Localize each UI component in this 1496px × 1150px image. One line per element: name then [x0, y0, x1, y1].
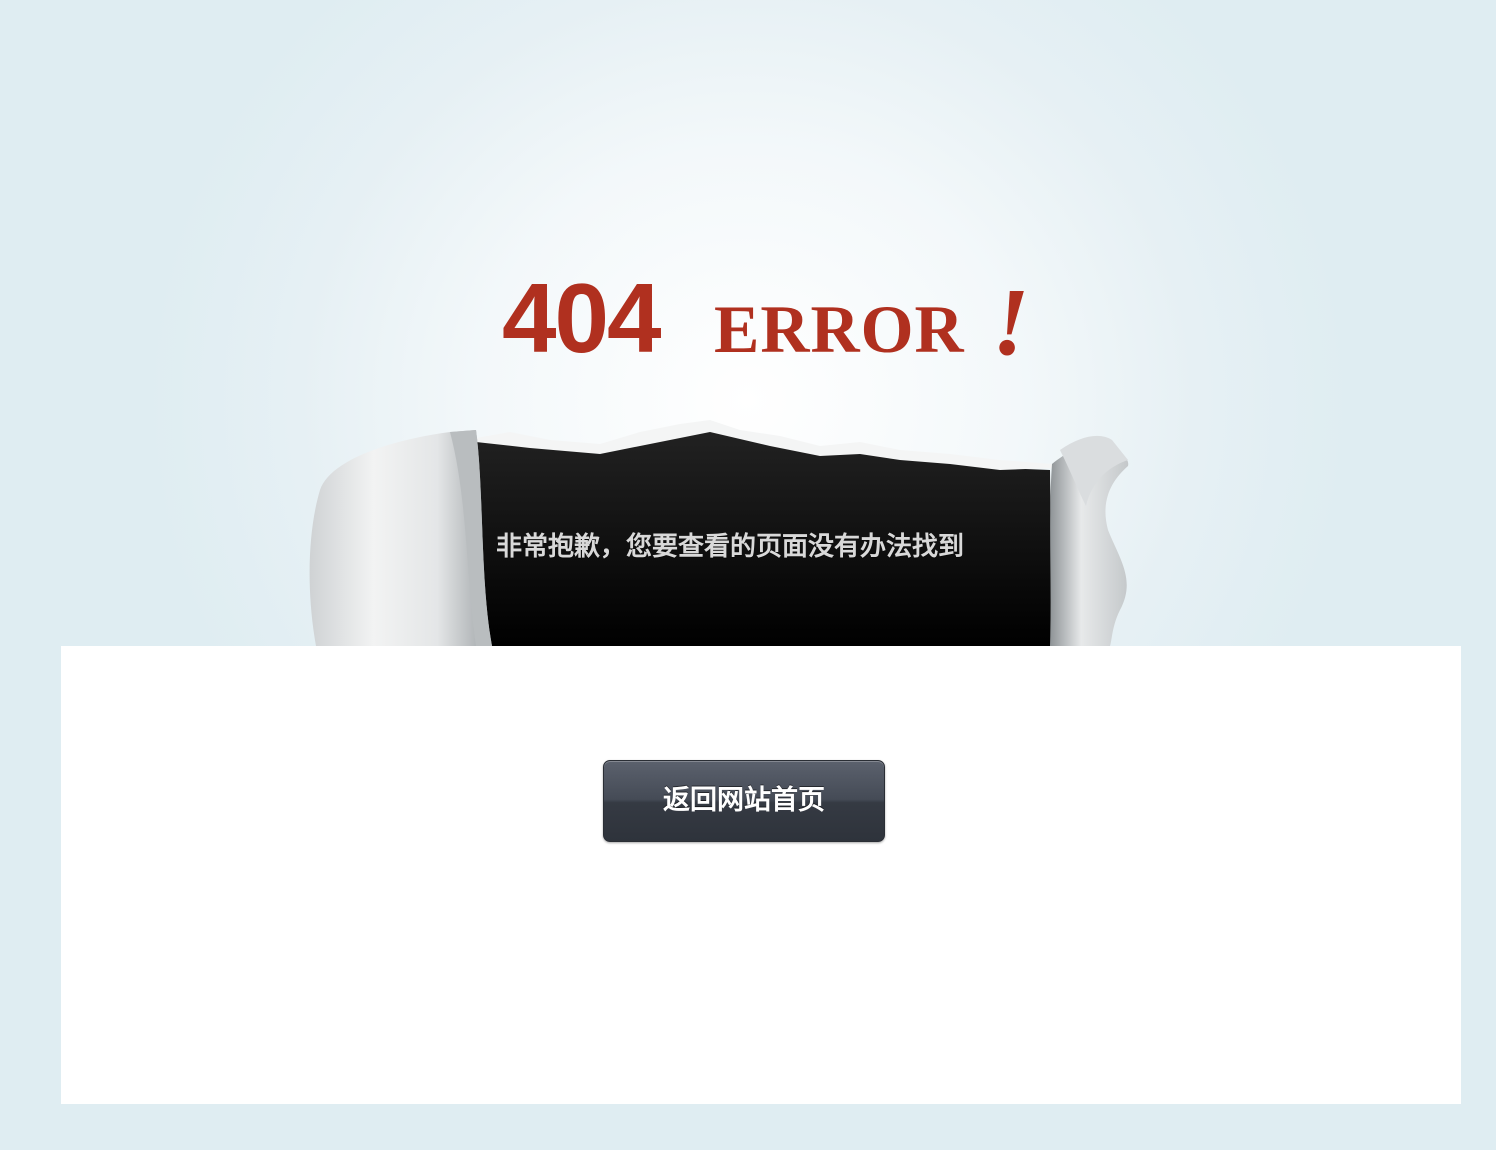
exclamation-mark: !: [992, 268, 1029, 370]
error-code: 404: [502, 263, 661, 370]
error-headline-graphic: 404 ERROR !: [502, 263, 1029, 370]
error-hero: 404 ERROR ! 非常抱歉，您要查看的页面没有办法找到: [0, 0, 1496, 646]
error-message: 非常抱歉，您要查看的页面没有办法找到: [496, 532, 965, 562]
error-word: ERROR: [714, 291, 965, 367]
back-to-home-button[interactable]: 返回网站首页: [603, 760, 885, 842]
content-card: 返回网站首页: [61, 646, 1461, 1104]
error-headline: 404 ERROR !: [500, 260, 1060, 370]
